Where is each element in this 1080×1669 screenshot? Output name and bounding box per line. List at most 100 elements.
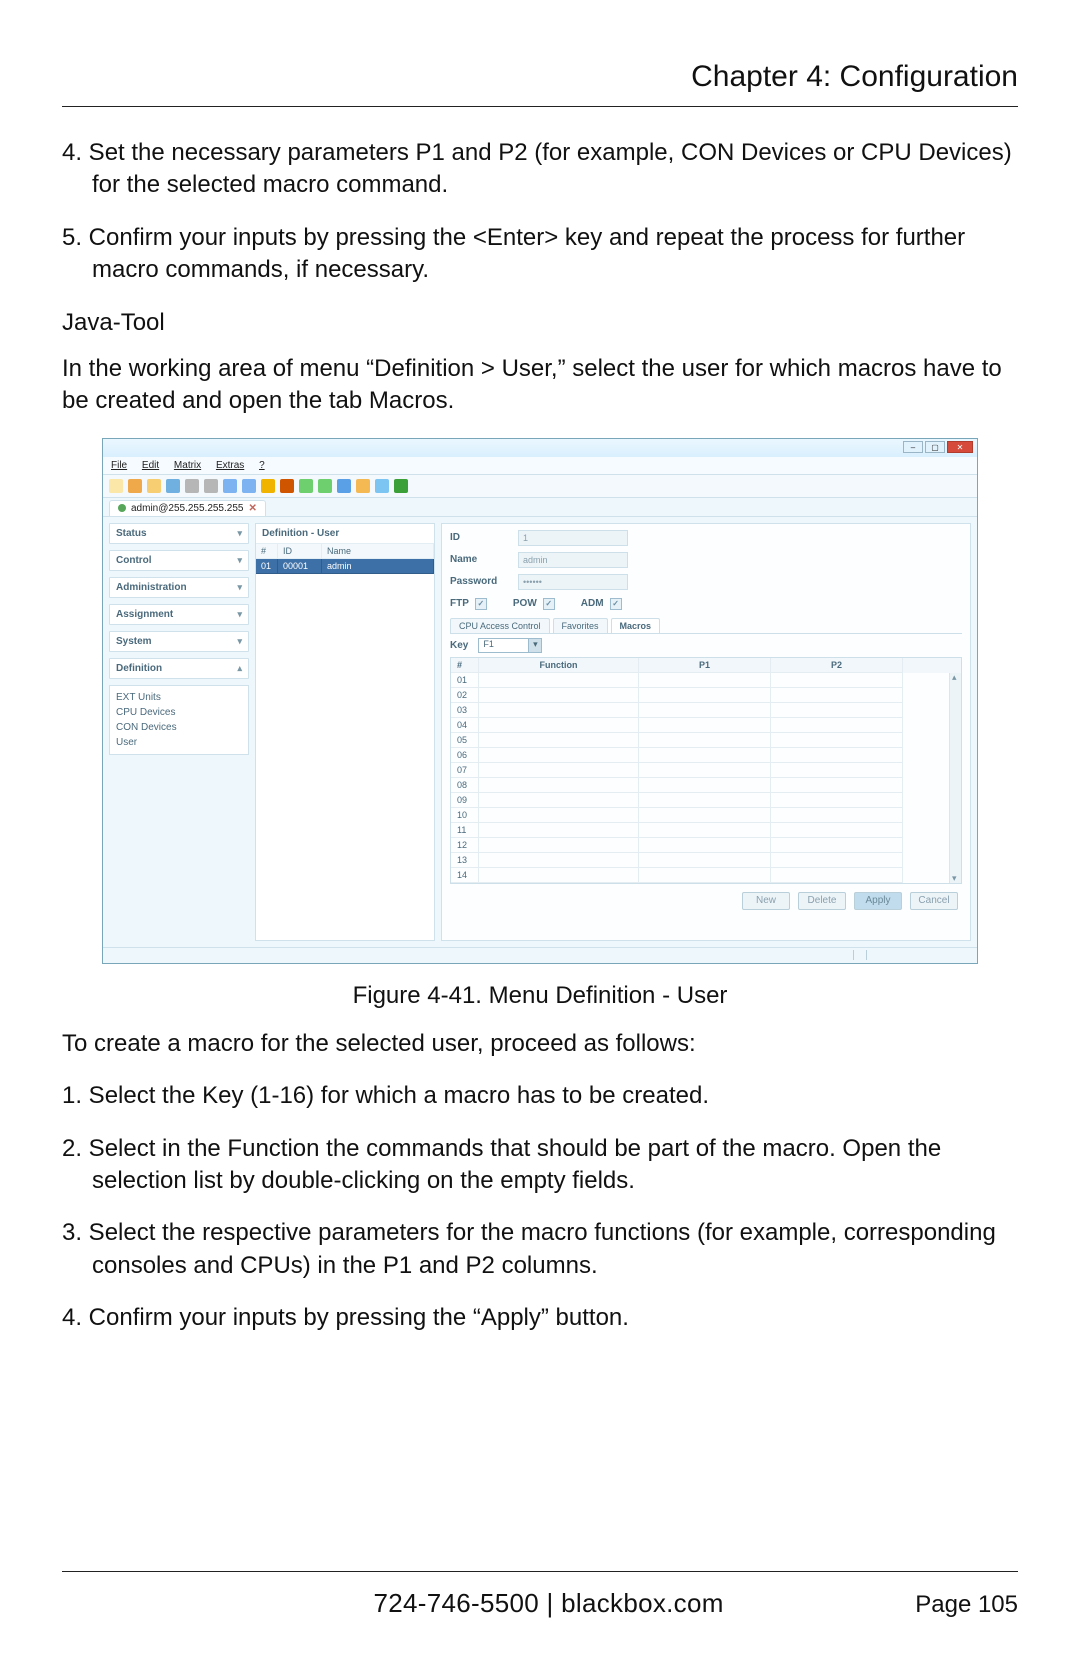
macro-cell-p2[interactable] — [771, 868, 903, 883]
pow-checkbox[interactable]: POW✓ — [513, 598, 555, 610]
macro-col-function[interactable]: Function — [479, 658, 639, 673]
macro-row[interactable]: 12 — [451, 838, 961, 853]
macro-cell-p1[interactable] — [639, 868, 771, 883]
macro-cell-p1[interactable] — [639, 733, 771, 748]
macro-cell-p2[interactable] — [771, 718, 903, 733]
macro-row[interactable]: 11 — [451, 823, 961, 838]
macro-cell-p2[interactable] — [771, 688, 903, 703]
sidebar-item-definition[interactable]: Definition▴ — [109, 658, 249, 679]
macro-cell-p2[interactable] — [771, 748, 903, 763]
menu-extras[interactable]: Extras — [216, 460, 244, 471]
adm-checkbox[interactable]: ADM✓ — [581, 598, 622, 610]
id-field[interactable]: 1 — [518, 530, 628, 546]
toolbar-icon[interactable] — [375, 479, 389, 493]
macro-cell-p1[interactable] — [639, 838, 771, 853]
macro-col-num[interactable]: # — [451, 658, 479, 673]
apply-button[interactable]: Apply — [854, 892, 902, 910]
macro-cell-p2[interactable] — [771, 733, 903, 748]
macro-cell-function[interactable] — [479, 793, 639, 808]
toolbar-icon[interactable] — [356, 479, 370, 493]
macro-cell-function[interactable] — [479, 718, 639, 733]
macro-cell-p1[interactable] — [639, 688, 771, 703]
name-field[interactable]: admin — [518, 552, 628, 568]
macro-row[interactable]: 14 — [451, 868, 961, 883]
sidebar-item-status[interactable]: Status▾ — [109, 523, 249, 544]
sidebar-subitem-con-devices[interactable]: CON Devices — [116, 720, 242, 735]
macro-row[interactable]: 10 — [451, 808, 961, 823]
dropdown-arrow-icon[interactable]: ▾ — [528, 639, 541, 652]
user-row-selected[interactable]: 01 00001 admin — [256, 559, 434, 574]
macro-cell-function[interactable] — [479, 703, 639, 718]
toolbar-icon[interactable] — [337, 479, 351, 493]
sidebar-item-assignment[interactable]: Assignment▾ — [109, 604, 249, 625]
tab-close-icon[interactable]: ✕ — [248, 503, 256, 514]
macro-cell-function[interactable] — [479, 778, 639, 793]
macro-cell-p2[interactable] — [771, 838, 903, 853]
sidebar-subitem-cpu-devices[interactable]: CPU Devices — [116, 705, 242, 720]
menu-edit[interactable]: Edit — [142, 460, 159, 471]
scrollbar[interactable] — [949, 673, 961, 883]
macro-cell-p1[interactable] — [639, 763, 771, 778]
toolbar-icon[interactable] — [280, 479, 294, 493]
menu-file[interactable]: File — [111, 460, 127, 471]
tab-macros[interactable]: Macros — [611, 618, 661, 633]
toolbar-icon[interactable] — [299, 479, 313, 493]
toolbar-icon[interactable] — [109, 479, 123, 493]
ftp-checkbox[interactable]: FTP✓ — [450, 598, 487, 610]
macro-cell-function[interactable] — [479, 688, 639, 703]
macro-cell-p2[interactable] — [771, 763, 903, 778]
col-header-id[interactable]: ID — [278, 544, 322, 558]
macro-cell-p2[interactable] — [771, 703, 903, 718]
toolbar-icon[interactable] — [242, 479, 256, 493]
macro-cell-p1[interactable] — [639, 778, 771, 793]
macro-row[interactable]: 03 — [451, 703, 961, 718]
toolbar-icon[interactable] — [318, 479, 332, 493]
macro-row[interactable]: 07 — [451, 763, 961, 778]
macro-cell-p1[interactable] — [639, 793, 771, 808]
macro-col-p2[interactable]: P2 — [771, 658, 903, 673]
tab-cpu-access-control[interactable]: CPU Access Control — [450, 618, 550, 633]
toolbar-icon[interactable] — [261, 479, 275, 493]
macro-cell-p1[interactable] — [639, 673, 771, 688]
window-close-button[interactable]: ✕ — [947, 441, 973, 453]
macro-cell-function[interactable] — [479, 733, 639, 748]
macro-row[interactable]: 05 — [451, 733, 961, 748]
macro-cell-function[interactable] — [479, 673, 639, 688]
col-header-num[interactable]: # — [256, 544, 278, 558]
cancel-button[interactable]: Cancel — [910, 892, 958, 910]
macro-row[interactable]: 13 — [451, 853, 961, 868]
macro-cell-p2[interactable] — [771, 793, 903, 808]
key-select[interactable]: F1 ▾ — [478, 638, 542, 653]
macro-cell-p2[interactable] — [771, 823, 903, 838]
macro-cell-function[interactable] — [479, 823, 639, 838]
macro-cell-p1[interactable] — [639, 808, 771, 823]
macro-cell-function[interactable] — [479, 808, 639, 823]
macro-cell-p2[interactable] — [771, 808, 903, 823]
macro-cell-function[interactable] — [479, 748, 639, 763]
macro-cell-p2[interactable] — [771, 853, 903, 868]
sidebar-item-control[interactable]: Control▾ — [109, 550, 249, 571]
macro-cell-p2[interactable] — [771, 673, 903, 688]
new-button[interactable]: New — [742, 892, 790, 910]
macro-cell-p2[interactable] — [771, 778, 903, 793]
toolbar-icon[interactable] — [394, 479, 408, 493]
sidebar-item-system[interactable]: System▾ — [109, 631, 249, 652]
window-maximize-button[interactable]: ▢ — [925, 441, 945, 453]
refresh-icon[interactable] — [166, 479, 180, 493]
macro-row[interactable]: 02 — [451, 688, 961, 703]
sidebar-subitem-user[interactable]: User — [116, 735, 242, 750]
macro-cell-function[interactable] — [479, 868, 639, 883]
macro-row[interactable]: 08 — [451, 778, 961, 793]
toolbar-icon[interactable] — [204, 479, 218, 493]
macro-row[interactable]: 06 — [451, 748, 961, 763]
delete-button[interactable]: Delete — [798, 892, 846, 910]
macro-cell-p1[interactable] — [639, 853, 771, 868]
macro-cell-function[interactable] — [479, 763, 639, 778]
macro-cell-function[interactable] — [479, 853, 639, 868]
macro-cell-p1[interactable] — [639, 718, 771, 733]
macro-cell-function[interactable] — [479, 838, 639, 853]
sidebar-subitem-ext-units[interactable]: EXT Units — [116, 690, 242, 705]
toolbar-icon[interactable] — [223, 479, 237, 493]
macro-row[interactable]: 01 — [451, 673, 961, 688]
col-header-name[interactable]: Name — [322, 544, 434, 558]
